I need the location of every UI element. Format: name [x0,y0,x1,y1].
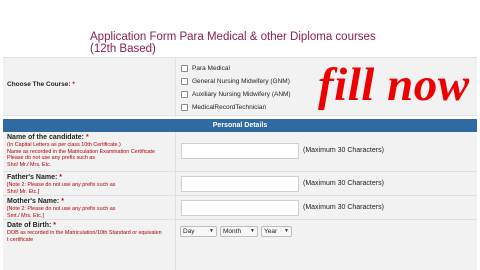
course-option-label: MedicalRecordTechnician [192,103,267,111]
field-note: [Note 2: Please do not use any prefix su… [7,182,116,188]
max-characters-hint: (Maximum 30 Characters) [303,204,384,211]
required-marker: * [85,134,89,141]
course-option-label: General Nursing Midwifery (GNM) [192,77,290,85]
mother-name-row: Mother's Name: * [Note 2: Please do not … [3,196,477,220]
required-marker: * [59,174,62,181]
candidate-name-input[interactable] [181,143,299,159]
field-note: Name as recorded in the Matriculation Ex… [7,148,156,155]
column-divider [175,196,176,219]
course-option-mrt[interactable]: MedicalRecordTechnician [181,102,266,112]
personal-details-header: Personal Details [3,119,477,132]
field-note: DOB as recorded in the Matriculation/10t… [7,230,162,236]
father-name-label: Father's Name: * [7,174,62,181]
dob-month-value: Month [223,228,242,235]
course-option-anm[interactable]: Auxiliary Nursing Midwifery (ANM) [181,89,291,99]
date-of-birth-row: Date of Birth: * DOB as recorded in the … [3,220,477,270]
course-label: Choose The Course: * [7,81,75,88]
column-divider [175,132,176,171]
father-name-row: Father's Name: * [Note 2: Please do not … [3,172,477,196]
dob-day-select[interactable]: Day ▼ [180,226,217,237]
candidate-name-label-cell: Name of the candidate: * (In Capital Let… [3,132,173,168]
required-marker: * [61,198,64,205]
dob-label-cell: Date of Birth: * DOB as recorded in the … [3,220,173,243]
course-option-label: Para Medical [192,64,230,72]
chevron-down-icon: ▼ [250,228,255,234]
course-option-label: Auxiliary Nursing Midwifery (ANM) [192,90,291,98]
field-note: Shri/ Mr./ Mrs. Etc. [7,161,52,168]
candidate-name-row: Name of the candidate: * (In Capital Let… [3,132,477,172]
column-divider [175,172,176,195]
mother-name-label-cell: Mother's Name: * [Note 2: Please do not … [3,196,173,219]
form-title: Application Form Para Medical & other Di… [90,31,376,55]
max-characters-hint: (Maximum 30 Characters) [303,180,384,187]
checkbox[interactable] [181,77,188,85]
father-name-label-cell: Father's Name: * [Note 2: Please do not … [3,172,173,195]
field-note: Please do not use any prefix such as [7,155,96,162]
max-characters-hint: (Maximum 30 Characters) [303,147,384,154]
chevron-down-icon: ▼ [209,228,214,234]
course-option-gnm[interactable]: General Nursing Midwifery (GNM) [181,76,290,86]
column-divider [175,58,176,117]
required-marker: * [72,81,75,88]
dob-label: Date of Birth: * [7,222,57,229]
course-option-para-medical[interactable]: Para Medical [181,63,230,73]
field-note: t certificate [7,236,34,243]
field-note: (In Capital Letters as per class 10th Ce… [7,142,121,148]
field-note: Smt./ Mrs. Etc.] [7,212,44,219]
dob-year-select[interactable]: Year ▼ [261,226,292,237]
chevron-down-icon: ▼ [284,228,289,234]
dob-day-value: Day [183,228,195,235]
mother-name-input[interactable] [181,200,299,216]
candidate-name-label: Name of the candidate: * [7,134,89,141]
father-name-input[interactable] [181,176,299,192]
checkbox[interactable] [181,103,188,111]
dob-month-select[interactable]: Month ▼ [220,226,258,237]
field-note: [Note 2: Please do not use any prefix su… [7,206,116,212]
checkbox[interactable] [181,64,188,72]
column-divider [175,220,176,270]
fill-now-overlay-text: fill now [318,59,470,111]
field-note: Shri/ Mr. Etc.] [7,188,40,195]
dob-year-value: Year [264,228,278,235]
checkbox[interactable] [181,90,188,98]
required-marker: * [53,222,57,229]
mother-name-label: Mother's Name: * [7,198,64,205]
